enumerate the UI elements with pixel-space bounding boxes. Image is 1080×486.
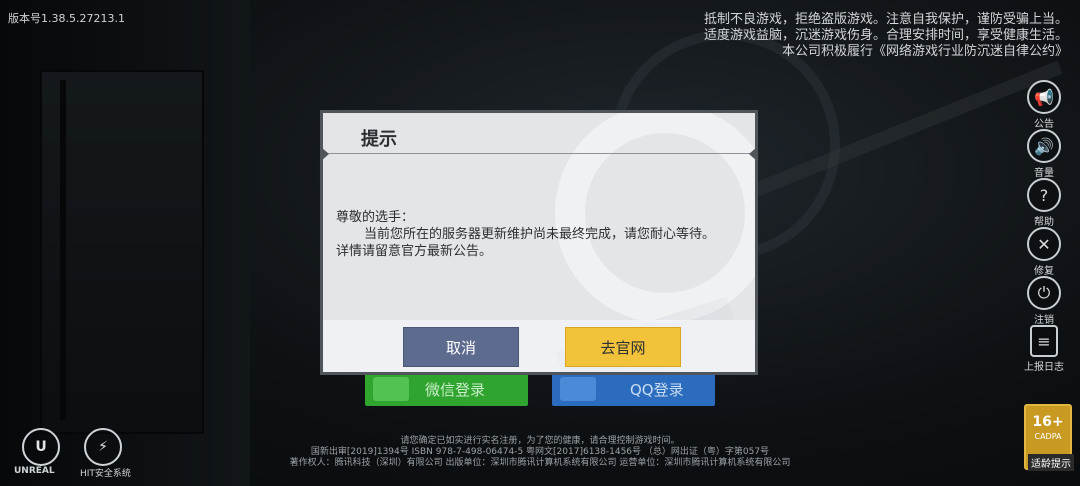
age-rating-org: CADPA <box>1034 432 1062 441</box>
hit-logo-text: HIT安全系统 <box>80 469 131 479</box>
announcement-button[interactable]: 📢 公告 <box>1024 80 1064 130</box>
qq-login-label: QQ登录 <box>630 381 684 399</box>
health-notice-line: 适度游戏益脑，沉迷游戏伤身。合理安排时间，享受健康生活。 <box>703 28 1068 43</box>
divider-marker <box>749 147 755 161</box>
logout-button[interactable]: ⏻ 注销 <box>1024 276 1064 326</box>
question-icon: ? <box>1027 178 1061 212</box>
legal-footer: 请您确定已如实进行实名注册，为了您的健康，请合理控制游戏时间。 国新出审[201… <box>260 436 820 469</box>
side-menu: 📢 公告 🔊 音量 ? 帮助 ✕ 修复 ⏻ 注销 ≡ 上报日志 <box>1024 80 1064 374</box>
health-notice-line: 抵制不良游戏，拒绝盗版游戏。注意自我保护，谨防受骗上当。 <box>703 12 1068 27</box>
repair-label: 修复 <box>1034 266 1054 277</box>
wrench-icon: ✕ <box>1027 227 1061 261</box>
report-log-label: 上报日志 <box>1024 362 1064 373</box>
dialog-greeting: 尊敬的选手： <box>336 210 415 225</box>
help-label: 帮助 <box>1034 217 1054 228</box>
logout-label: 注销 <box>1034 315 1054 326</box>
official-site-button[interactable]: 去官网 <box>565 327 681 367</box>
age-rating-value: 16+ <box>1032 414 1064 430</box>
cancel-button[interactable]: 取消 <box>403 327 519 367</box>
document-icon: ≡ <box>1030 325 1058 357</box>
dialog-title-divider <box>323 153 755 154</box>
dialog-title: 提示 <box>361 129 397 150</box>
divider-marker <box>323 147 329 161</box>
unreal-logo-icon: U <box>22 428 60 466</box>
footer-line: 请您确定已如实进行实名注册，为了您的健康，请合理控制游戏时间。 <box>400 436 680 446</box>
dialog-message-text: 当前您所在的服务器更新维护尚未最终完成，请您耐心等待。详情请留意官方最新公告。 <box>336 227 716 259</box>
footer-line: 著作权人：腾讯科技（深圳）有限公司 出版单位：深圳市腾讯计算机系统有限公司 运营… <box>289 458 791 468</box>
dialog-message: 尊敬的选手： 当前您所在的服务器更新维护尚未最终完成，请您耐心等待。详情请留意官… <box>336 209 726 260</box>
version-label: 版本号1.38.5.27213.1 <box>8 12 125 25</box>
megaphone-icon: 📢 <box>1027 80 1061 114</box>
footer-line: 国新出审[2019]1394号 ISBN 978-7-498-06474-5 粤… <box>310 447 770 457</box>
wechat-login-button[interactable]: 微信登录 <box>365 372 528 406</box>
age-rating-label[interactable]: 适龄提示 <box>1028 454 1074 471</box>
wechat-icon <box>373 377 409 401</box>
help-button[interactable]: ? 帮助 <box>1024 178 1064 228</box>
dialog-button-bar <box>323 320 755 372</box>
volume-label: 音量 <box>1034 168 1054 179</box>
hit-logo-icon: ⚡ <box>84 428 122 466</box>
report-log-button[interactable]: ≡ 上报日志 <box>1024 325 1064 373</box>
qq-login-button[interactable]: QQ登录 <box>552 372 715 406</box>
wechat-login-label: 微信登录 <box>425 381 486 399</box>
unreal-logo-text: UNREAL <box>14 466 55 476</box>
speaker-icon: 🔊 <box>1027 129 1061 163</box>
health-notice: 抵制不良游戏，拒绝盗版游戏。注意自我保护，谨防受骗上当。 适度游戏益脑，沉迷游戏… <box>608 12 1068 60</box>
health-notice-line: 本公司积极履行《网络游戏行业防沉迷自律公约》 <box>781 44 1068 59</box>
volume-button[interactable]: 🔊 音量 <box>1024 129 1064 179</box>
announcement-label: 公告 <box>1034 119 1054 130</box>
repair-button[interactable]: ✕ 修复 <box>1024 227 1064 277</box>
power-icon: ⏻ <box>1027 276 1061 310</box>
qq-icon <box>560 377 596 401</box>
maintenance-dialog: 提示 尊敬的选手： 当前您所在的服务器更新维护尚未最终完成，请您耐心等待。详情请… <box>320 110 758 375</box>
